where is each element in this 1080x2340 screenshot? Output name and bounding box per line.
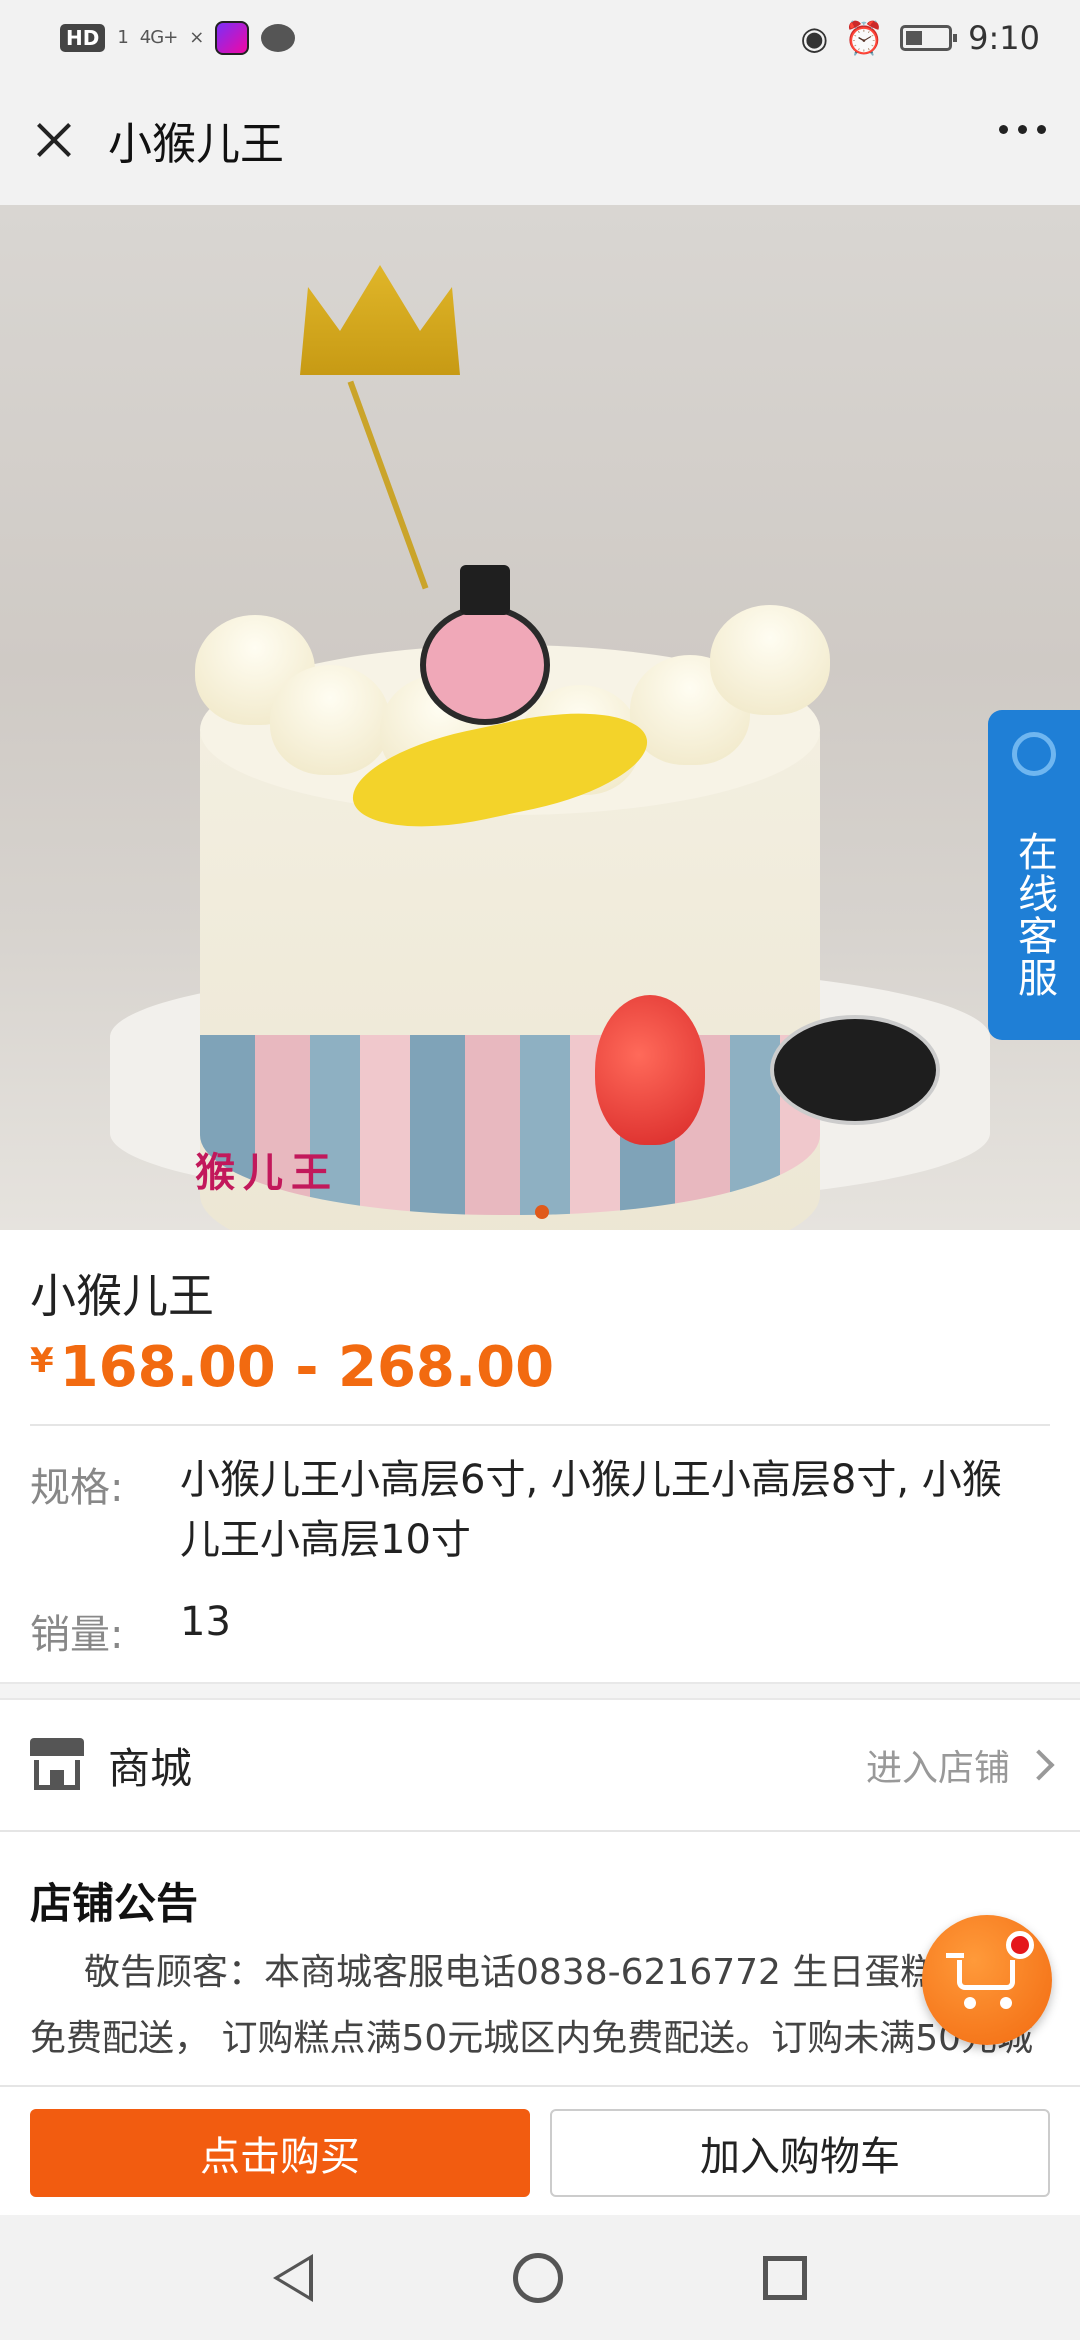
notice-title: 店铺公告	[30, 1879, 199, 1928]
crown-topper	[300, 265, 460, 375]
crown-stick	[347, 380, 429, 590]
spec-value: 小猴儿王小高层6寸, 小猴儿王小高层8寸, 小猴儿王小高层10寸	[180, 1457, 1002, 1563]
cream-swirl	[710, 605, 830, 715]
hd-badge: HD	[60, 23, 106, 52]
monkey-hat	[460, 565, 510, 615]
system-nav-bar	[0, 2215, 1080, 2340]
divider	[0, 1830, 1080, 1832]
online-service-label: 在线客服	[1011, 831, 1057, 999]
store-icon	[30, 1738, 84, 1792]
price: ¥168.00 - 268.00	[30, 1335, 554, 1400]
back-icon[interactable]	[273, 2253, 313, 2302]
price-range: 168.00 - 268.00	[59, 1335, 555, 1400]
carousel-dot-active[interactable]	[535, 1205, 549, 1219]
recent-apps-icon[interactable]	[763, 2255, 807, 2300]
cream-swirl	[270, 665, 390, 775]
buy-button[interactable]: 点击购买	[30, 2109, 530, 2197]
alarm-icon: ⏰	[844, 18, 885, 57]
home-icon[interactable]	[513, 2252, 563, 2303]
add-to-cart-button[interactable]: 加入购物车	[550, 2109, 1050, 2197]
status-time: 9:10	[968, 18, 1040, 57]
section-divider	[0, 1682, 1080, 1700]
bottom-action-bar: 点击购买 加入购物车	[0, 2085, 1080, 2215]
sales-label: 销量:	[30, 1612, 124, 1658]
shop-label: 商城	[108, 1743, 193, 1793]
signal-none-icon: ×	[189, 27, 204, 48]
status-right: ◉ ⏰ 9:10	[800, 19, 1040, 57]
online-service-tab[interactable]: 在线客服	[988, 710, 1080, 1040]
status-bar: HD 1 4G+ × ◉ ⏰ 9:10	[0, 0, 1080, 75]
product-image-carousel[interactable]: 猴儿王 在线客服	[0, 205, 1080, 1230]
close-icon[interactable]	[30, 116, 78, 164]
message-icon	[261, 23, 296, 52]
divider	[30, 1424, 1050, 1426]
currency-symbol: ¥	[30, 1341, 54, 1381]
more-icon[interactable]	[999, 125, 1046, 134]
battery-icon	[900, 24, 958, 51]
cart-badge	[1006, 1931, 1034, 1959]
strawberry	[595, 995, 705, 1145]
eye-icon: ◉	[800, 18, 829, 57]
signal-4g-icon: 4G+	[139, 27, 178, 48]
monkey-topper	[420, 605, 550, 725]
sim-slot-label: 1	[117, 27, 128, 48]
enter-store-link[interactable]: 进入店铺	[866, 1739, 1010, 1791]
chevron-right-icon	[1023, 1749, 1055, 1781]
status-left: HD 1 4G+ ×	[60, 20, 296, 55]
sales-value: 13	[180, 1599, 231, 1645]
app-notification-icon	[215, 20, 250, 55]
title-bar: 小猴儿王	[0, 75, 1080, 205]
brand-badge	[770, 1015, 940, 1125]
service-icon	[1012, 732, 1056, 776]
cart-icon	[946, 1953, 964, 1958]
shop-entry-row[interactable]: 商城 进入店铺	[0, 1700, 1080, 1830]
page-title: 小猴儿王	[108, 119, 284, 170]
cart-floating-button[interactable]	[922, 1915, 1052, 2045]
cake-label: 猴儿王	[195, 1149, 339, 1196]
spec-label: 规格:	[30, 1465, 124, 1511]
product-name: 小猴儿王	[30, 1269, 214, 1323]
